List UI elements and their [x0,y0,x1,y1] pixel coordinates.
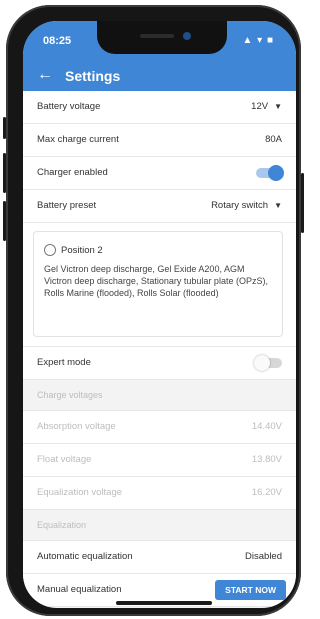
back-arrow-icon[interactable]: ← [37,66,53,84]
battery-preset-value: Rotary switch [211,200,269,211]
float-voltage-value: 13.80V [251,454,282,465]
volume-up-button [3,153,6,193]
battery-voltage-select[interactable]: 12V ▼ [251,101,282,112]
expert-mode-toggle[interactable] [254,355,282,371]
automatic-equalization-row[interactable]: Automatic equalization Disabled [23,541,296,574]
preset-info-panel: Position 2 Gel Victron deep discharge, G… [23,223,296,347]
section-label: Equalization [37,520,87,530]
battery-voltage-value: 12V [251,101,269,112]
max-charge-current-value: 80A [265,134,282,145]
charger-enabled-toggle[interactable] [256,165,284,181]
absorption-voltage-value: 14.40V [251,421,282,432]
dropdown-caret-icon: ▼ [274,102,282,111]
camera-notch [97,21,227,54]
start-now-button[interactable]: START NOW [215,580,286,600]
system-icons: ▲ ▾ ■ [242,35,274,46]
automatic-equalization-label: Automatic equalization [37,551,133,562]
battery-preset-row[interactable]: Battery preset Rotary switch ▼ [23,190,296,223]
dropdown-caret-icon: ▼ [274,201,282,210]
absorption-voltage-row: Absorption voltage 14.40V [23,411,296,444]
page-title: Settings [65,68,121,84]
equalization-voltage-row: Equalization voltage 16.20V [23,477,296,510]
preset-description: Gel Victron deep discharge, Gel Exide A2… [44,264,268,298]
charger-enabled-label: Charger enabled [37,167,108,178]
settings-list: Battery voltage 12V ▼ Max charge current … [23,91,296,607]
expert-mode-row: Expert mode [23,347,296,380]
automatic-equalization-value: Disabled [245,551,282,562]
volume-down-button [3,201,6,241]
app-bar: ← Settings [23,61,296,91]
equalization-voltage-value: 16.20V [251,487,282,498]
toggle-knob [254,355,270,371]
equalization-voltage-label: Equalization voltage [37,487,123,498]
battery-preset-select[interactable]: Rotary switch ▼ [211,200,282,211]
preset-position-title: Position 2 [61,245,103,256]
section-label: Charge voltages [37,390,103,400]
battery-preset-label: Battery preset [37,200,97,211]
max-charge-current-row[interactable]: Max charge current 80A [23,124,296,157]
manual-equalization-label: Manual equalization [37,584,122,595]
battery-voltage-row[interactable]: Battery voltage 12V ▼ [23,91,296,124]
status-time: 08:25 [43,35,72,47]
absorption-voltage-label: Absorption voltage [37,421,116,432]
home-indicator[interactable] [116,601,212,605]
screen: 08:25 ▲ ▾ ■ ← Settings Battery voltage 1… [23,21,296,608]
equalization-header: Equalization [23,510,296,541]
charger-enabled-row: Charger enabled [23,157,296,190]
max-charge-current-label: Max charge current [37,134,119,145]
phone-frame: 08:25 ▲ ▾ ■ ← Settings Battery voltage 1… [3,5,304,616]
camera-lens [183,32,191,40]
toggle-knob [268,165,284,181]
float-voltage-row: Float voltage 13.80V [23,444,296,477]
expert-mode-label: Expert mode [37,357,91,368]
charge-voltages-header: Charge voltages [23,380,296,411]
power-button [301,173,304,233]
preset-card: Position 2 Gel Victron deep discharge, G… [33,231,283,337]
float-voltage-label: Float voltage [37,454,92,465]
speaker-grille [140,34,174,38]
battery-voltage-label: Battery voltage [37,101,101,112]
radio-circle-icon [44,244,56,256]
mute-switch [3,117,6,139]
